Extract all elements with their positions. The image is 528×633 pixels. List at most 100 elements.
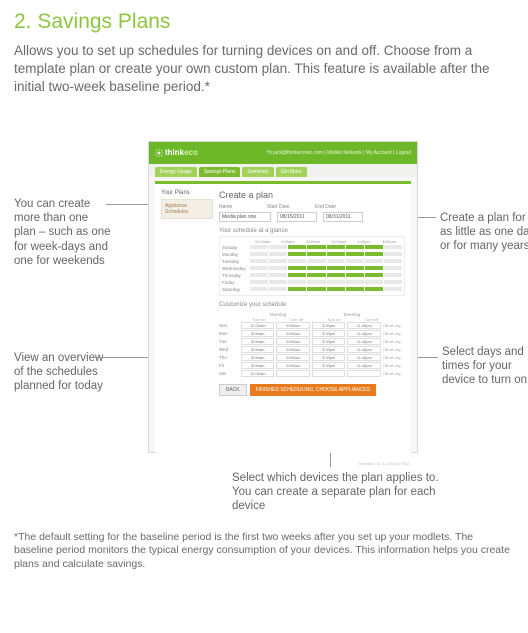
back-button[interactable]: BACK (219, 384, 247, 396)
schedule-segment[interactable] (269, 266, 287, 270)
off-all-day-toggle[interactable]: Off all day (383, 323, 405, 328)
schedule-segment[interactable] (269, 280, 287, 284)
header-links[interactable]: Hi jack@thinkecoinc.com | Modlet Network… (267, 150, 411, 156)
schedule-segment[interactable] (288, 259, 306, 263)
side-item-appliance-schedules[interactable]: Appliance Schedules (161, 199, 213, 219)
schedule-segment[interactable] (327, 273, 345, 277)
time-cell[interactable]: 8:00am (276, 346, 309, 353)
time-cell[interactable] (276, 370, 309, 377)
time-cell[interactable]: 8:05am (276, 322, 309, 329)
schedule-segment[interactable] (250, 259, 268, 263)
schedule-segment[interactable] (269, 287, 287, 291)
time-cell[interactable]: 8:00am (276, 330, 309, 337)
schedule-segment[interactable] (327, 287, 345, 291)
time-cell[interactable]: 5:00am (241, 354, 274, 361)
time-cell[interactable]: 11:45pm (347, 330, 380, 337)
schedule-segment[interactable] (269, 259, 287, 263)
start-date-input[interactable]: 08/15/2011 (277, 212, 317, 222)
time-cell[interactable]: 11:45pm (347, 346, 380, 353)
schedule-segment[interactable] (250, 266, 268, 270)
time-cell[interactable]: 3:00pm (312, 354, 345, 361)
off-all-day-toggle[interactable]: Off all day (383, 363, 405, 368)
schedule-segment[interactable] (365, 280, 383, 284)
time-cell[interactable]: 3:00pm (312, 322, 345, 329)
schedule-segment[interactable] (250, 280, 268, 284)
schedule-segment[interactable] (346, 287, 364, 291)
time-cell[interactable] (312, 370, 345, 377)
name-input[interactable]: Media plan one (219, 212, 271, 222)
off-all-day-toggle[interactable]: Off all day (383, 355, 405, 360)
schedule-segment[interactable] (250, 252, 268, 256)
tab-get-more[interactable]: Get More (276, 167, 307, 177)
time-cell[interactable]: 11:45pm (347, 322, 380, 329)
schedule-segment[interactable] (269, 252, 287, 256)
tab-energy-usage[interactable]: Energy Usage (155, 167, 197, 177)
schedule-segment[interactable] (365, 252, 383, 256)
schedule-segment[interactable] (307, 259, 325, 263)
time-cell[interactable]: 8:00am (276, 338, 309, 345)
schedule-segment[interactable] (365, 259, 383, 263)
schedule-segment[interactable] (307, 287, 325, 291)
schedule-segment[interactable] (384, 245, 402, 249)
time-cell[interactable]: 3:00pm (312, 330, 345, 337)
end-date-input[interactable]: 08/31/2011 (323, 212, 363, 222)
time-cell[interactable]: 5:00am (241, 330, 274, 337)
time-cell[interactable]: 11:45pm (347, 354, 380, 361)
off-all-day-toggle[interactable]: Off all day (383, 371, 405, 376)
off-all-day-toggle[interactable]: Off all day (383, 347, 405, 352)
time-cell[interactable]: 5:00am (241, 338, 274, 345)
schedule-segment[interactable] (346, 245, 364, 249)
schedule-segment[interactable] (288, 245, 306, 249)
schedule-segment[interactable] (384, 266, 402, 270)
schedule-segment[interactable] (307, 266, 325, 270)
time-cell[interactable] (347, 370, 380, 377)
schedule-segment[interactable] (384, 287, 402, 291)
time-cell[interactable]: 11:45pm (347, 338, 380, 345)
time-cell[interactable]: 8:00am (276, 354, 309, 361)
schedule-segment[interactable] (346, 252, 364, 256)
schedule-segment[interactable] (288, 273, 306, 277)
schedule-segment[interactable] (327, 245, 345, 249)
schedule-segment[interactable] (307, 280, 325, 284)
schedule-segment[interactable] (365, 287, 383, 291)
schedule-segment[interactable] (327, 266, 345, 270)
schedule-segment[interactable] (269, 245, 287, 249)
off-all-day-toggle[interactable]: Off all day (383, 339, 405, 344)
schedule-segment[interactable] (346, 280, 364, 284)
schedule-segment[interactable] (288, 287, 306, 291)
tab-summary[interactable]: Summary (242, 167, 273, 177)
schedule-segment[interactable] (288, 280, 306, 284)
schedule-segment[interactable] (269, 273, 287, 277)
schedule-segment[interactable] (384, 273, 402, 277)
schedule-segment[interactable] (327, 252, 345, 256)
schedule-segment[interactable] (250, 245, 268, 249)
time-cell[interactable]: 5:00am (241, 362, 274, 369)
time-cell[interactable]: 12:00am (241, 370, 274, 377)
time-cell[interactable]: 8:00am (276, 362, 309, 369)
schedule-segment[interactable] (346, 266, 364, 270)
schedule-segment[interactable] (346, 259, 364, 263)
schedule-segment[interactable] (365, 266, 383, 270)
schedule-segment[interactable] (307, 273, 325, 277)
schedule-segment[interactable] (384, 259, 402, 263)
schedule-segment[interactable] (307, 245, 325, 249)
schedule-segment[interactable] (384, 280, 402, 284)
time-cell[interactable]: 12:00am (241, 322, 274, 329)
time-cell[interactable]: 3:00pm (312, 362, 345, 369)
schedule-segment[interactable] (365, 245, 383, 249)
time-cell[interactable]: 3:00pm (312, 346, 345, 353)
off-all-day-toggle[interactable]: Off all day (383, 331, 405, 336)
schedule-segment[interactable] (327, 259, 345, 263)
schedule-segment[interactable] (288, 266, 306, 270)
schedule-segment[interactable] (250, 287, 268, 291)
tab-savings-plans[interactable]: Savings Plans (199, 167, 241, 177)
time-cell[interactable]: 5:00am (241, 346, 274, 353)
finish-button[interactable]: FINISHED SCHEDULING, CHOOSE APPLIANCES (250, 384, 376, 396)
schedule-segment[interactable] (365, 273, 383, 277)
schedule-segment[interactable] (250, 273, 268, 277)
schedule-segment[interactable] (327, 280, 345, 284)
time-cell[interactable]: 11:45pm (347, 362, 380, 369)
schedule-segment[interactable] (346, 273, 364, 277)
time-cell[interactable]: 3:00pm (312, 338, 345, 345)
schedule-segment[interactable] (288, 252, 306, 256)
